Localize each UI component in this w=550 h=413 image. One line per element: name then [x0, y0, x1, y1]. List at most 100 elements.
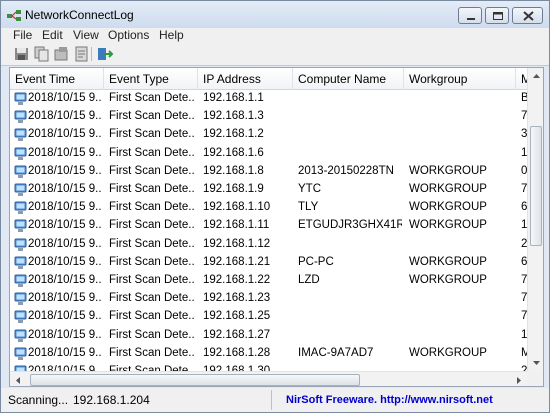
- cell-event-type: First Scan Dete...: [109, 164, 195, 177]
- table-row[interactable]: 2018/10/15 9... First Scan Dete... 192.168…: [10, 217, 528, 235]
- column-divider[interactable]: [515, 68, 516, 90]
- table-row[interactable]: 2018/10/15 9... First Scan Dete... 192.168…: [10, 145, 528, 163]
- menu-bar: File Edit View Options Help: [1, 28, 549, 42]
- cell-event-time: 2018/10/15 9...: [28, 255, 102, 268]
- cell-ip-address: 192.168.1.2: [203, 128, 264, 141]
- cell-computer-name: YTC: [298, 183, 321, 195]
- column-divider[interactable]: [403, 68, 404, 90]
- table-row[interactable]: 2018/10/15 9... First Scan Dete... 192.168…: [10, 108, 528, 126]
- cell-computer-name: LZD: [298, 274, 320, 286]
- vertical-scroll-thumb[interactable]: [530, 126, 542, 246]
- computer-icon: [14, 165, 27, 178]
- scroll-down-icon[interactable]: [528, 354, 544, 371]
- column-divider[interactable]: [292, 68, 293, 90]
- table-row[interactable]: 2018/10/15 9... First Scan Dete... 192.168…: [10, 308, 528, 326]
- table-row[interactable]: 2018/10/15 9... First Scan Dete... 192.168…: [10, 236, 528, 254]
- cell-ip-address: 192.168.1.11: [203, 219, 270, 232]
- close-icon: [523, 11, 534, 21]
- cell-ip-address: 192.168.1.8: [203, 164, 264, 177]
- table-row[interactable]: 2018/10/15 9... First Scan Dete... 192.168…: [10, 254, 528, 272]
- scroll-up-icon[interactable]: [528, 68, 544, 85]
- computer-icon: [14, 310, 27, 324]
- save-icon[interactable]: [13, 46, 30, 62]
- cell-event-time: 2018/10/15 9...: [28, 346, 102, 359]
- table-row[interactable]: 2018/10/15 9... First Scan Dete... 192.168…: [10, 90, 528, 108]
- exit-icon[interactable]: [97, 46, 114, 62]
- cell-ip-address: 192.168.1.25: [203, 310, 271, 323]
- table-row[interactable]: 2018/10/15 9... First Scan Dete... 192.168…: [10, 181, 528, 199]
- status-scanning: Scanning...: [8, 393, 69, 407]
- cell-computer-name: PC-PC: [298, 255, 334, 268]
- cell-event-time: 2018/10/15 9...: [28, 310, 102, 323]
- cell-ip-address: 192.168.1.22: [203, 274, 271, 286]
- column-header-computer-name[interactable]: Computer Name: [298, 72, 386, 86]
- nirsoft-link[interactable]: NirSoft Freeware. http://www.nirsoft.net: [286, 394, 493, 406]
- computer-icon: [14, 256, 27, 269]
- column-header-row: Event Time Event Type IP Address Compute…: [10, 68, 543, 90]
- close-button[interactable]: [512, 7, 543, 24]
- column-divider[interactable]: [197, 68, 198, 90]
- toolbar: [1, 42, 549, 66]
- column-header-ip-address[interactable]: IP Address: [203, 72, 261, 86]
- cell-event-time: 2018/10/15 9...: [28, 110, 102, 123]
- table-row[interactable]: 2018/10/15 9... First Scan Dete... 192.168…: [10, 199, 528, 217]
- column-header-workgroup[interactable]: Workgroup: [409, 72, 467, 86]
- column-header-event-type[interactable]: Event Type: [109, 72, 169, 86]
- report-icon[interactable]: [73, 46, 90, 62]
- cell-computer-name: TLY: [298, 201, 319, 214]
- column-header-event-time[interactable]: Event Time: [15, 72, 75, 86]
- cell-event-type: First Scan Dete...: [109, 92, 195, 104]
- copy-icon[interactable]: [33, 46, 50, 62]
- toolbar-separator: [91, 47, 92, 61]
- cell-workgroup: WORKGROUP: [409, 255, 487, 268]
- cell-event-type: First Scan Dete...: [109, 128, 195, 141]
- app-window: NetworkConnectLog File Edit View Options…: [0, 0, 550, 413]
- computer-icon: [14, 110, 27, 124]
- table-row[interactable]: 2018/10/15 9... First Scan Dete... 192.168…: [10, 126, 528, 144]
- horizontal-scrollbar[interactable]: [10, 371, 527, 387]
- menu-view[interactable]: View: [73, 28, 99, 42]
- cell-workgroup: WORKGROUP: [409, 274, 487, 286]
- menu-help[interactable]: Help: [159, 28, 184, 42]
- cell-workgroup: WORKGROUP: [409, 346, 487, 359]
- cell-event-type: First Scan Dete...: [109, 292, 195, 305]
- menu-file[interactable]: File: [13, 28, 32, 42]
- minimize-button[interactable]: [458, 7, 482, 24]
- cell-event-time: 2018/10/15 9...: [28, 237, 102, 250]
- cell-event-type: First Scan Dete...: [109, 310, 195, 323]
- title-bar[interactable]: NetworkConnectLog: [1, 1, 549, 29]
- horizontal-scroll-thumb[interactable]: [30, 374, 360, 386]
- cell-ip-address: 192.168.1.10: [203, 201, 271, 214]
- window-title: NetworkConnectLog: [25, 8, 134, 22]
- scrollbar-corner: [527, 371, 543, 386]
- cell-ip-address: 192.168.1.9: [203, 183, 264, 195]
- status-bar: Scanning... 192.168.1.204 NirSoft Freewa…: [1, 388, 549, 412]
- table-row[interactable]: 2018/10/15 9... First Scan Dete... 192.168…: [10, 163, 528, 181]
- menu-edit[interactable]: Edit: [42, 28, 63, 42]
- cell-computer-name: IMAC-9A7AD7: [298, 346, 374, 359]
- properties-icon[interactable]: [53, 46, 70, 62]
- computer-icon: [14, 347, 27, 360]
- scroll-right-icon[interactable]: [510, 372, 527, 387]
- table-row[interactable]: 2018/10/15 9... First Scan Dete... 192.168…: [10, 345, 528, 363]
- column-divider[interactable]: [103, 68, 104, 90]
- table-row[interactable]: 2018/10/15 9... First Scan Dete... 192.168…: [10, 327, 528, 345]
- event-list[interactable]: Event Time Event Type IP Address Compute…: [9, 67, 544, 387]
- cell-computer-name: ETGUDJR3GHX41R3: [298, 219, 402, 232]
- cell-event-time: 2018/10/15 9...: [28, 219, 102, 232]
- scroll-left-icon[interactable]: [10, 372, 27, 387]
- menu-options[interactable]: Options: [108, 28, 149, 42]
- cell-workgroup: WORKGROUP: [409, 164, 487, 177]
- cell-event-type: First Scan Dete...: [109, 146, 195, 159]
- table-row[interactable]: 2018/10/15 9... First Scan Dete... 192.168…: [10, 272, 528, 290]
- vertical-scrollbar[interactable]: [527, 68, 544, 371]
- computer-icon: [14, 183, 27, 196]
- cell-event-type: First Scan Dete...: [109, 237, 195, 250]
- computer-icon: [14, 329, 27, 342]
- table-row[interactable]: 2018/10/15 9... First Scan Dete... 192.168…: [10, 290, 528, 308]
- cell-ip-address: 192.168.1.1: [203, 92, 264, 104]
- cell-event-time: 2018/10/15 9...: [28, 164, 102, 177]
- maximize-button[interactable]: [485, 7, 509, 24]
- computer-icon: [14, 292, 27, 306]
- cell-event-time: 2018/10/15 9...: [28, 292, 102, 305]
